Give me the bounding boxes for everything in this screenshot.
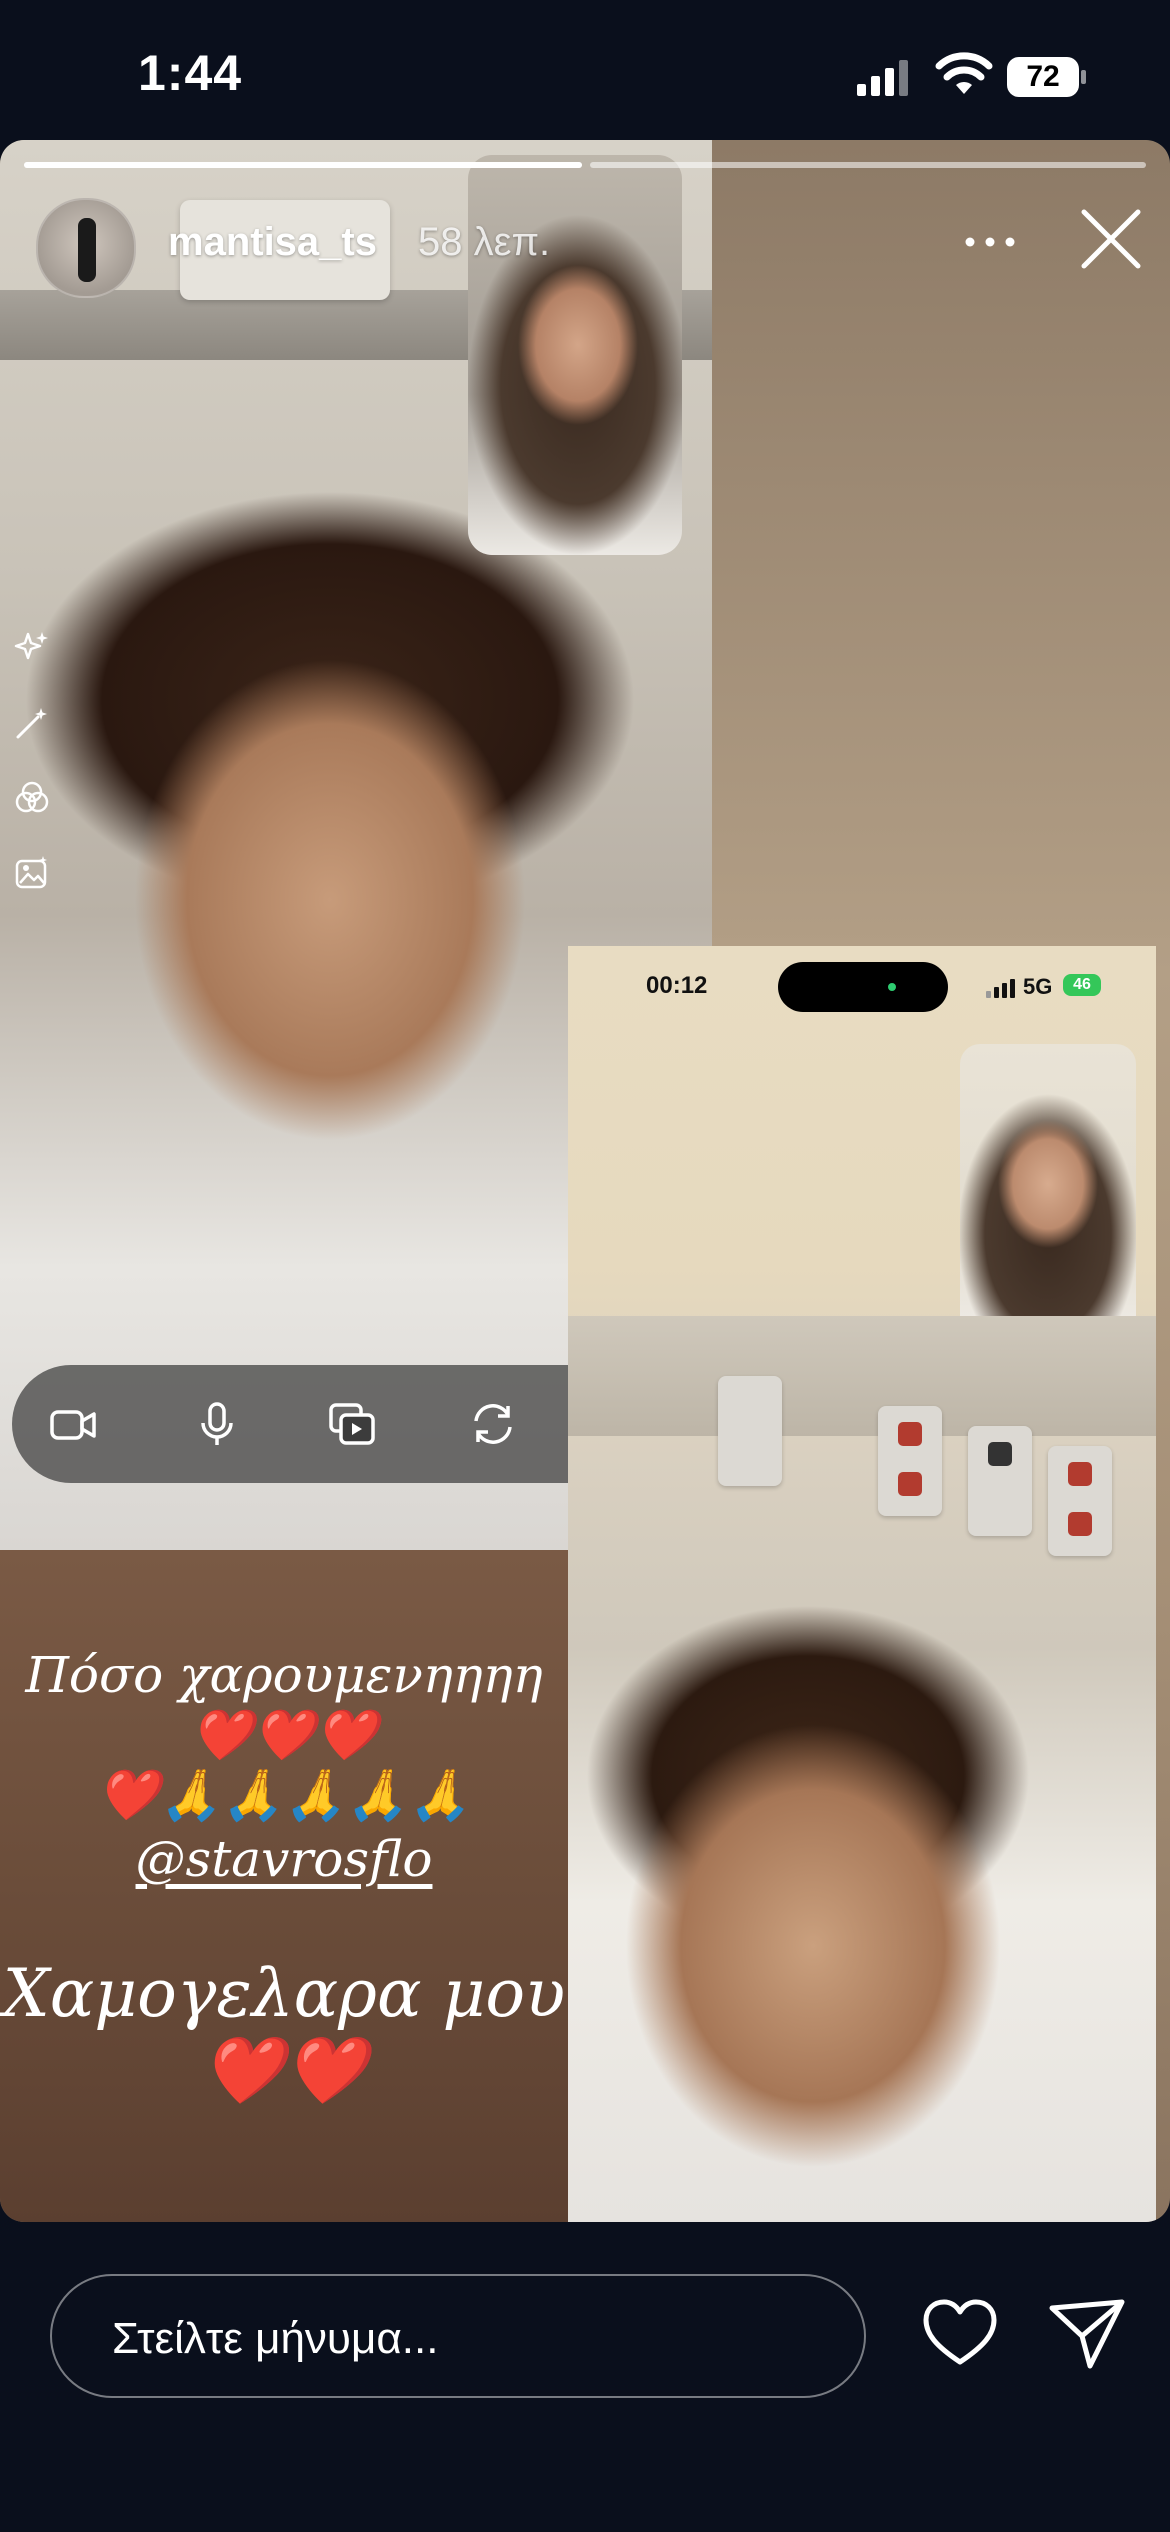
status-bar: 1:44 72 [0, 0, 1170, 140]
reply-bar: Στείλτε μήνυμα... [0, 2222, 1170, 2532]
story-photo-screenshot: 00:12 5G 46 [568, 946, 1156, 2222]
more-options-icon[interactable] [960, 222, 1020, 262]
story-timestamp: 58 λεπ. [418, 220, 551, 264]
mention-sticker[interactable]: @stavrosflo [0, 1830, 568, 1888]
story-progress-segment [24, 162, 582, 168]
caption-line-2: ❤️🙏🙏🙏🙏🙏 [97, 1766, 471, 1824]
wifi-icon [935, 52, 993, 94]
heart-icon[interactable] [920, 2294, 1000, 2374]
color-filter-icon[interactable] [14, 780, 50, 816]
video-camera-icon [50, 1410, 96, 1440]
screenshot-status-time: 00:12 [646, 972, 708, 999]
message-input-placeholder: Στείλτε μήνυμα... [112, 2314, 439, 2363]
image-sticker-icon[interactable] [14, 855, 50, 891]
close-icon[interactable] [1076, 204, 1146, 274]
home-indicator [452, 2498, 718, 2508]
wall-outlet [718, 1376, 782, 1486]
screenshot-battery: 46 [1063, 974, 1101, 996]
story-caption-text: Πόσο χαρουμενηηηη❤️❤️❤️ ❤️🙏🙏🙏🙏🙏 [0, 1645, 568, 1825]
message-input[interactable]: Στείλτε μήνυμα... [50, 2274, 866, 2398]
screenshot-wall-rail [568, 1316, 1156, 1436]
screenshot-signal-icon [986, 979, 1015, 998]
sparkles-icon[interactable] [14, 630, 50, 666]
send-icon[interactable] [1046, 2294, 1128, 2376]
story-progress-segment [590, 162, 1146, 168]
facetime-self-view [468, 155, 682, 555]
wall-outlet [1048, 1446, 1112, 1556]
avatar[interactable] [36, 198, 136, 298]
share-screen-icon [329, 1403, 375, 1445]
caption-line-3: Χαμογελαρα μου❤️❤️ [2, 1955, 566, 2109]
microphone-icon [201, 1402, 233, 1445]
story-username[interactable]: mantisa_ts [168, 220, 377, 265]
battery-icon: 72 [1006, 56, 1088, 98]
cellular-signal-icon [857, 60, 908, 96]
battery-level: 72 [1026, 60, 1060, 93]
wall-outlet [968, 1426, 1032, 1536]
caption-line-1: Πόσο χαρουμενηηηη❤️❤️❤️ [25, 1646, 543, 1764]
dynamic-island [778, 962, 948, 1012]
flip-camera-icon [474, 1404, 512, 1444]
screenshot-network: 5G [1023, 974, 1053, 999]
wall-outlet [878, 1406, 942, 1516]
status-time: 1:44 [138, 45, 243, 101]
story-viewer[interactable]: Πόσο χαρουμενηηηη❤️❤️❤️ ❤️🙏🙏🙏🙏🙏 @stavros… [0, 140, 1170, 2222]
magic-wand-icon[interactable] [14, 705, 50, 741]
